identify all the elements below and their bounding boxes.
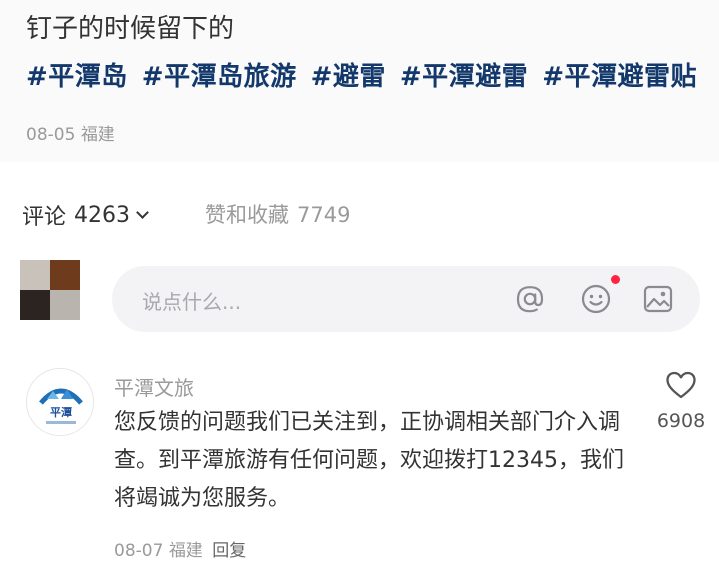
comment-input[interactable]: 说点什么... (112, 266, 700, 332)
tab-comments[interactable]: 评论 4263 (22, 199, 149, 231)
emoji-icon[interactable] (580, 283, 612, 315)
hashtag[interactable]: #平潭岛 (26, 56, 128, 93)
hashtag[interactable]: #平潭岛旅游 (142, 56, 297, 93)
post-location: 福建 (80, 125, 115, 145)
tab-likes-count: 7749 (297, 203, 351, 227)
avatar-logo-text: 平潭 (50, 405, 72, 419)
note-detail-page: 钉子的时候留下的 #平潭岛 #平潭岛旅游 #避雷 #平潭避雷 #平潭避雷贴 08… (0, 0, 719, 576)
post-text: 钉子的时候留下的 (26, 14, 235, 44)
hashtag[interactable]: #避雷 (311, 56, 386, 93)
post-date: 08-05 (26, 125, 76, 145)
hashtag-list: #平潭岛 #平潭岛旅游 #避雷 #平潭避雷 #平潭避雷贴 (26, 56, 697, 93)
comment-meta: 08-07 福建 回复 (114, 536, 246, 561)
comment-tab-bar: 评论 4263 赞和收藏 7749 (0, 193, 719, 233)
post-content: 钉子的时候留下的 #平潭岛 #平潭岛旅游 #避雷 #平潭避雷 #平潭避雷贴 08… (0, 0, 719, 162)
comment-like: 6908 (651, 370, 711, 432)
reply-button[interactable]: 回复 (212, 541, 246, 561)
comment-location: 福建 (168, 541, 203, 561)
comment-input-placeholder: 说点什么... (142, 290, 242, 314)
tab-comments-label: 评论 (22, 205, 67, 230)
comment-author[interactable]: 平潭文旅 (114, 372, 194, 401)
at-icon[interactable] (514, 283, 546, 315)
like-count: 6908 (656, 410, 706, 432)
commenter-avatar[interactable]: 平潭 (26, 368, 94, 436)
image-icon[interactable] (642, 283, 674, 315)
post-meta: 08-05 福建 (26, 120, 115, 145)
hashtag[interactable]: #平潭避雷贴 (542, 56, 697, 93)
tab-likes-collections[interactable]: 赞和收藏 7749 (205, 199, 350, 229)
comment-date: 08-07 (114, 541, 164, 561)
hashtag[interactable]: #平潭避雷 (400, 56, 528, 93)
heart-icon[interactable] (665, 370, 697, 400)
comment-body: 您反馈的问题我们已关注到，正协调相关部门介入调查。到平潭旅游有任何问题，欢迎拨打… (114, 410, 624, 511)
tab-likes-label: 赞和收藏 (205, 203, 289, 227)
avatar[interactable] (20, 260, 80, 320)
tab-comments-count: 4263 (74, 202, 131, 228)
notification-dot (611, 275, 620, 284)
chevron-down-icon (136, 205, 149, 219)
